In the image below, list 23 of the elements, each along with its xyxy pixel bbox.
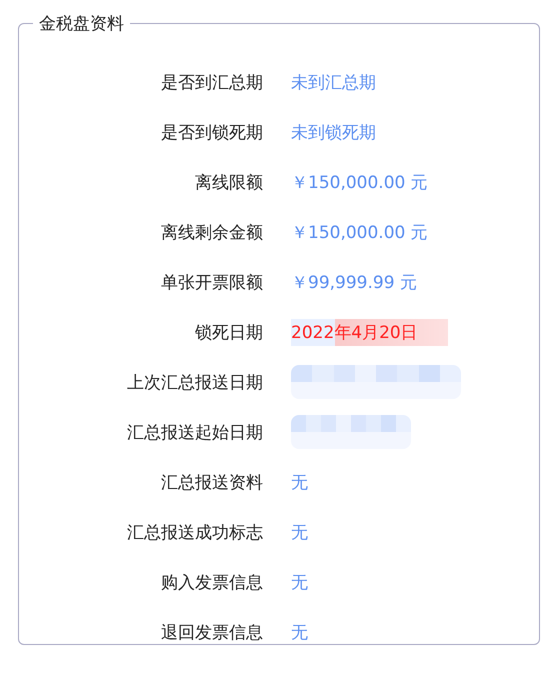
field-label: 汇总报送起始日期: [126, 422, 263, 444]
field-label: 是否到锁死期: [160, 122, 263, 144]
field-label: 上次汇总报送日期: [126, 372, 263, 394]
field-label: 退回发票信息: [160, 622, 263, 644]
field-label: 离线剩余金额: [160, 222, 263, 244]
field-value: ￥150,000.00 元: [291, 172, 428, 194]
field-value: 无: [291, 572, 308, 594]
field-value: 未到锁死期: [291, 122, 376, 144]
panel-title: 金税盘资料: [38, 13, 125, 35]
field-label: 是否到汇总期: [160, 72, 263, 94]
field-value: 无: [291, 622, 308, 644]
field-label: 汇总报送成功标志: [126, 522, 263, 544]
field-value: ￥99,999.99 元: [291, 272, 417, 294]
field-value: ￥150,000.00 元: [291, 222, 428, 244]
field-value: 无: [291, 472, 308, 494]
field-value: 无: [291, 522, 308, 544]
field-label: 离线限额: [194, 172, 263, 194]
field-value: 未到汇总期: [291, 72, 376, 94]
field-label: 单张开票限额: [160, 272, 263, 294]
field-label: 锁死日期: [194, 322, 263, 344]
field-label: 汇总报送资料: [160, 472, 263, 494]
lock-date-value: 2022年4月20日: [291, 318, 448, 346]
field-label: 购入发票信息: [160, 572, 263, 594]
